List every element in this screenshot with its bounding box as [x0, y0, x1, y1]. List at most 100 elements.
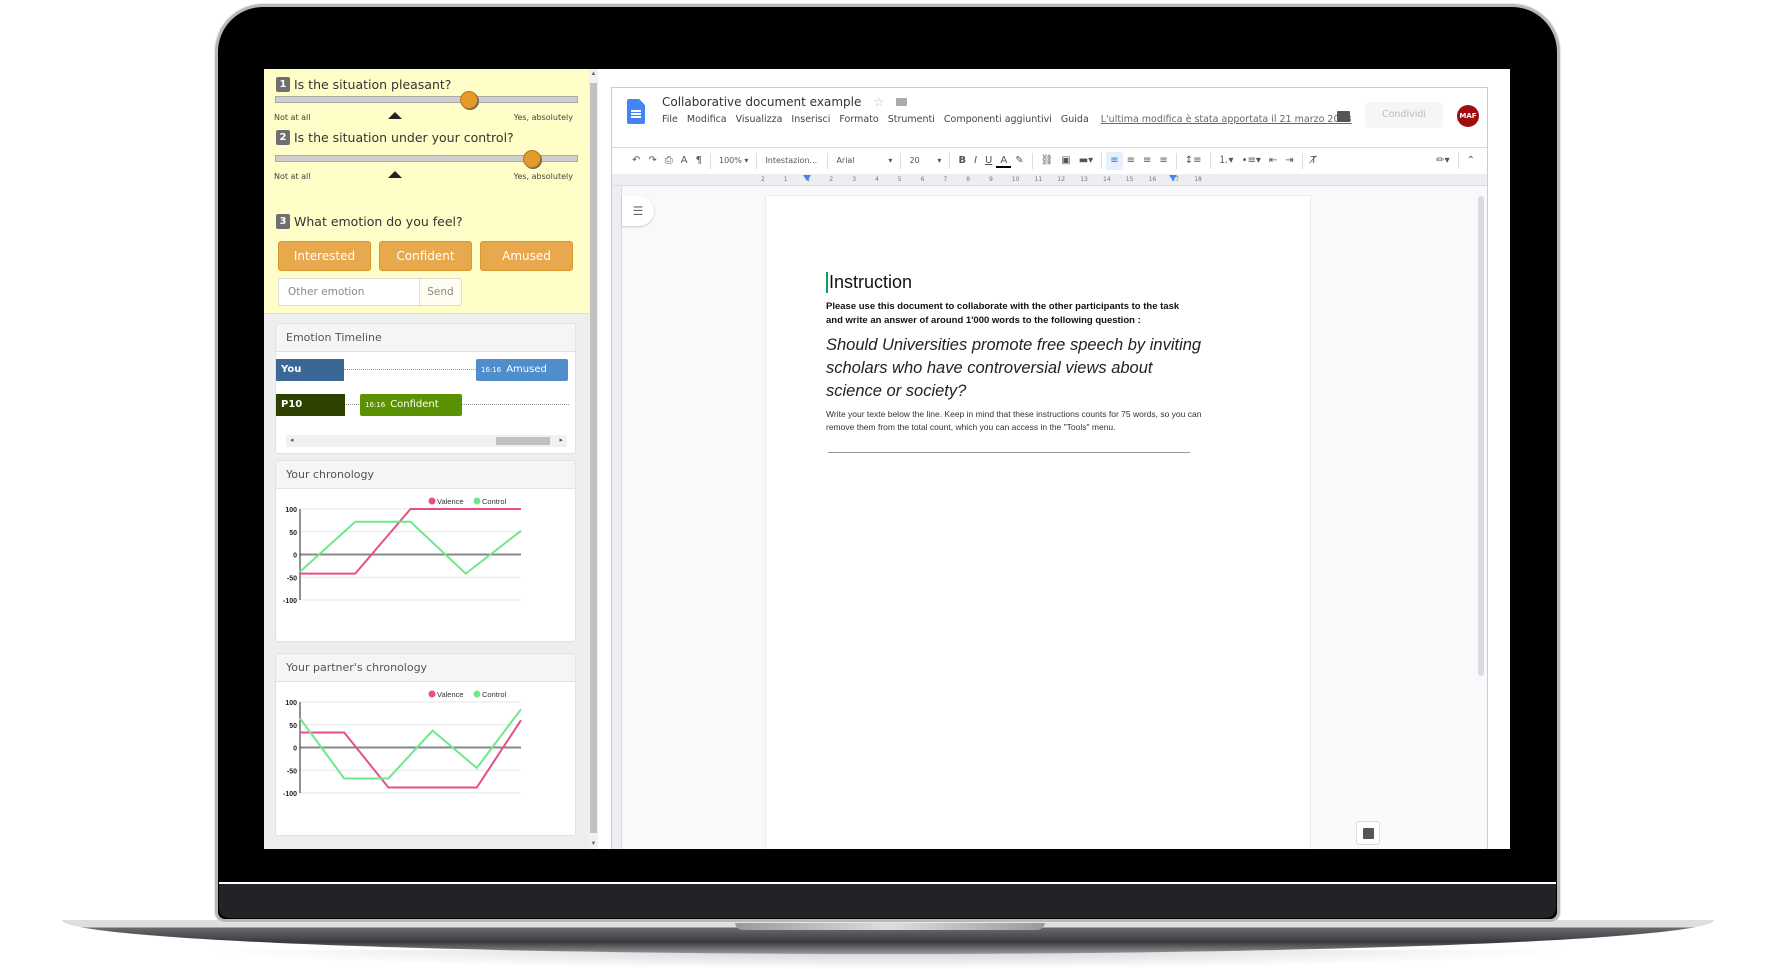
menu-visualizza[interactable]: Visualizza — [736, 114, 783, 125]
menu-formato[interactable]: Formato — [839, 114, 878, 125]
doc-intro-paragraph[interactable]: Please use this document to collaborate … — [826, 300, 1196, 328]
menu-guida[interactable]: Guida — [1061, 114, 1089, 125]
underline-icon[interactable]: U — [981, 152, 996, 170]
undo-icon[interactable]: ↶ — [628, 152, 644, 170]
align-right-icon[interactable]: ≡ — [1139, 152, 1155, 170]
collapse-menu-icon[interactable]: ⌃ — [1463, 152, 1479, 170]
align-left-icon[interactable]: ≡ — [1106, 152, 1123, 170]
ruler-label: 9 — [989, 176, 993, 183]
y-tick-label: -50 — [287, 575, 297, 582]
insert-comment-icon[interactable]: ▣ — [1057, 152, 1074, 170]
font-select[interactable]: Arial ▾ — [832, 152, 896, 170]
control-slider[interactable] — [275, 150, 578, 168]
survey-section: 1 Is the situation pleasant? Not at all … — [264, 69, 589, 314]
divider — [827, 153, 829, 169]
divider — [1031, 153, 1033, 169]
scrollbar-thumb[interactable] — [496, 437, 550, 445]
ruler-label: 15 — [1125, 176, 1134, 183]
slider-thumb[interactable] — [522, 150, 541, 168]
partner-chronology-card: Your partner's chronology Valence Control… — [275, 653, 576, 836]
ruler-label: 18 — [1194, 176, 1202, 183]
zoom-select[interactable]: 100% ▾ — [715, 152, 752, 170]
menu-componenti[interactable]: Componenti aggiuntivi — [944, 114, 1052, 125]
pleasant-slider[interactable] — [275, 91, 578, 109]
ruler-label: 13 — [1080, 176, 1088, 183]
comments-icon[interactable] — [1337, 111, 1350, 122]
scroll-right-icon[interactable]: ▸ — [559, 435, 563, 447]
link-icon[interactable]: ⛓ — [1037, 152, 1058, 170]
indent-marker-icon[interactable] — [1169, 175, 1177, 181]
document-scrollbar[interactable] — [1478, 196, 1484, 676]
emotion-button-interested[interactable]: Interested — [278, 241, 371, 271]
font-size-select[interactable]: 20 ▾ — [905, 152, 945, 170]
justify-icon[interactable]: ≡ — [1155, 152, 1171, 170]
bulleted-list-icon[interactable]: •≡▾ — [1238, 152, 1265, 170]
vertical-ruler[interactable] — [612, 186, 622, 849]
explore-button[interactable] — [1356, 821, 1380, 845]
italic-icon[interactable]: I — [970, 152, 981, 170]
bold-icon[interactable]: B — [954, 152, 970, 170]
document-page[interactable]: Instruction Please use this document to … — [766, 196, 1310, 849]
emotion-button-amused[interactable]: Amused — [480, 241, 573, 271]
share-button[interactable]: Condividi — [1365, 102, 1443, 128]
question-number: 3 — [276, 214, 290, 229]
avatar[interactable]: MAF — [1457, 105, 1479, 127]
style-select[interactable]: Intestazion... ▾ — [761, 152, 823, 183]
ruler-label: 12 — [1057, 176, 1066, 183]
doc-heading[interactable]: Instruction — [826, 272, 912, 293]
align-center-icon[interactable]: ≡ — [1123, 152, 1139, 170]
emotion-button-confident[interactable]: Confident — [379, 241, 472, 271]
menu-modifica[interactable]: Modifica — [687, 114, 727, 125]
doc-title[interactable]: Collaborative document example — [662, 95, 861, 109]
star-icon[interactable]: ☆ — [873, 95, 884, 109]
scrollbar-thumb[interactable] — [590, 83, 597, 833]
increase-indent-icon[interactable]: ⇥ — [1281, 152, 1297, 170]
text-color-icon[interactable]: A — [996, 154, 1012, 168]
highlight-icon[interactable]: ✎ — [1011, 152, 1027, 170]
clear-formatting-icon[interactable]: T̸ — [1307, 152, 1321, 170]
menu-strumenti[interactable]: Strumenti — [888, 114, 935, 125]
legend-marker — [473, 690, 481, 698]
menu-inserisci[interactable]: Inserisci — [791, 114, 830, 125]
question-2: 2 Is the situation under your control? — [276, 130, 514, 145]
document-outline-icon[interactable]: ☰ — [622, 196, 654, 226]
other-emotion-input[interactable]: Other emotion — [278, 278, 419, 306]
partner-chronology-chart: Valence Control 100 50 0 -50 -100 — [283, 690, 522, 798]
timeline-scrollbar[interactable]: ◂ ▸ — [286, 435, 567, 447]
insert-image-icon[interactable]: ▬▾ — [1075, 152, 1097, 170]
doc-note[interactable]: Write your texte below the line. Keep in… — [826, 408, 1206, 434]
horizontal-ruler[interactable]: 2 1 1 2 3 4 5 6 7 8 9 10 11 12 13 14 15 16 17 18 — [612, 174, 1487, 186]
scroll-up-icon[interactable]: ▲ — [589, 71, 598, 77]
scroll-left-icon[interactable]: ◂ — [290, 435, 294, 447]
ruler-label: 16 — [1148, 176, 1157, 183]
redo-icon[interactable]: ↷ — [644, 152, 660, 170]
docs-logo-icon[interactable] — [627, 99, 645, 124]
indent-marker-icon[interactable] — [803, 175, 811, 181]
scroll-down-icon[interactable]: ▼ — [589, 841, 598, 847]
print-icon[interactable]: ⎙ — [661, 152, 677, 170]
panel-scrollbar[interactable]: ▲ ▼ — [589, 69, 598, 849]
timeline-event[interactable]: 16:16 Amused — [476, 359, 568, 381]
decrease-indent-icon[interactable]: ⇤ — [1265, 152, 1281, 170]
question-number: 1 — [276, 77, 290, 92]
editing-mode-icon[interactable]: ✏▾ — [1432, 152, 1453, 170]
doc-question[interactable]: Should Universities promote free speech … — [826, 334, 1206, 403]
paint-format-icon[interactable]: ¶ — [692, 152, 706, 170]
timeline-event[interactable]: 16:16 Confident — [360, 394, 462, 416]
event-time: 16:16 — [481, 366, 502, 374]
emotion-timeline-card: Emotion Timeline You 16:16 Amused P10 16:… — [275, 323, 576, 454]
ruler-label: 14 — [1103, 176, 1111, 183]
horizontal-line — [828, 452, 1190, 453]
slider-thumb[interactable] — [459, 91, 478, 109]
menu-file[interactable]: File — [662, 114, 678, 125]
folder-icon[interactable] — [896, 98, 908, 106]
participant-label: P10 — [276, 394, 345, 416]
line-spacing-icon[interactable]: ↕≡ — [1181, 152, 1206, 170]
doc-title-row: Collaborative document example ☆ — [662, 95, 908, 109]
y-tick-label: -100 — [283, 598, 297, 605]
send-button[interactable]: Send — [419, 278, 462, 306]
numbered-list-icon[interactable]: ⒈▾ — [1215, 152, 1238, 170]
ruler-label: 2 — [829, 176, 834, 183]
spellcheck-icon[interactable]: A — [677, 152, 692, 170]
last-edit-link[interactable]: L'ultima modifica è stata apportata il 2… — [1101, 114, 1352, 125]
